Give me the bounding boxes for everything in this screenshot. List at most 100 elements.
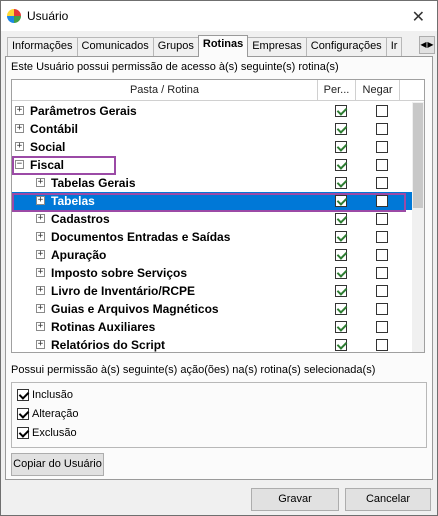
permission-checkbox[interactable] <box>335 321 347 333</box>
permission-checkbox[interactable] <box>335 339 347 351</box>
expand-icon[interactable]: + <box>36 250 45 259</box>
expand-icon[interactable]: + <box>36 178 45 187</box>
tab-grupos[interactable]: Grupos <box>152 37 199 56</box>
routine-row[interactable]: + Apuração <box>12 246 412 264</box>
routine-row[interactable]: + Cadastros <box>12 210 412 228</box>
routine-label[interactable]: Cadastros <box>51 212 110 226</box>
routine-row[interactable]: + Contábil <box>12 120 412 138</box>
grid-rows: + Parâmetros Gerais + Contábil + Social − Fisca… <box>12 102 412 352</box>
copy-user-button[interactable]: Copiar do Usuário <box>11 453 104 476</box>
deny-checkbox[interactable] <box>376 249 388 261</box>
deny-checkbox[interactable] <box>376 123 388 135</box>
routine-row[interactable]: + Relatórios do Script <box>12 336 412 352</box>
permission-checkbox[interactable] <box>335 303 347 315</box>
deny-checkbox[interactable] <box>376 213 388 225</box>
cancel-label: Cancelar <box>365 493 411 505</box>
deny-checkbox[interactable] <box>376 339 388 351</box>
action-checkbox[interactable] <box>17 389 29 401</box>
routine-row[interactable]: + Livro de Inventário/RCPE <box>12 282 412 300</box>
expand-icon[interactable]: + <box>15 106 24 115</box>
deny-checkbox[interactable] <box>376 231 388 243</box>
action-checkbox[interactable] <box>17 408 29 420</box>
tab-configuracoes[interactable]: Configurações <box>305 37 387 56</box>
app-logo-icon <box>7 9 21 23</box>
expand-icon[interactable]: + <box>36 268 45 277</box>
deny-checkbox[interactable] <box>376 105 388 117</box>
routine-row[interactable]: + Tabelas Gerais <box>12 174 412 192</box>
permissions-box: Inclusão Alteração Exclusão <box>11 382 427 448</box>
column-header-negar[interactable]: Negar <box>356 80 400 101</box>
permission-checkbox[interactable] <box>335 231 347 243</box>
action-checkbox-item[interactable]: Inclusão <box>17 386 73 404</box>
permission-checkbox[interactable] <box>335 141 347 153</box>
action-checkbox-item[interactable]: Exclusão <box>17 424 77 442</box>
routine-row[interactable]: + Parâmetros Gerais <box>12 102 412 120</box>
permission-checkbox[interactable] <box>335 213 347 225</box>
action-checkbox-item[interactable]: Alteração <box>17 405 78 423</box>
scrollbar-thumb[interactable] <box>413 103 423 208</box>
deny-checkbox[interactable] <box>376 321 388 333</box>
highlight-tabelas <box>12 193 406 212</box>
routine-row[interactable]: + Rotinas Auxiliares <box>12 318 412 336</box>
tab-rotinas[interactable]: Rotinas <box>197 35 249 57</box>
routine-row[interactable]: + Documentos Entradas e Saídas <box>12 228 412 246</box>
deny-checkbox[interactable] <box>376 177 388 189</box>
close-icon[interactable]: ✕ <box>412 7 425 27</box>
expand-icon[interactable]: + <box>36 322 45 331</box>
tab-empresas[interactable]: Empresas <box>247 37 307 56</box>
routine-row[interactable]: + Guias e Arquivos Magnéticos <box>12 300 412 318</box>
intro-text: Este Usuário possui permissão de acesso … <box>11 61 339 73</box>
routine-label[interactable]: Parâmetros Gerais <box>30 104 137 118</box>
expand-icon[interactable]: + <box>36 232 45 241</box>
column-header-per[interactable]: Per... <box>318 80 356 101</box>
routine-label[interactable]: Imposto sobre Serviços <box>51 266 187 280</box>
routine-label[interactable]: Contábil <box>30 122 78 136</box>
window-title: Usuário <box>27 9 69 23</box>
permission-checkbox[interactable] <box>335 249 347 261</box>
routine-label[interactable]: Rotinas Auxiliares <box>51 320 155 334</box>
permission-checkbox[interactable] <box>335 177 347 189</box>
tab-ir[interactable]: Ir <box>385 37 403 56</box>
routine-label[interactable]: Social <box>30 140 65 154</box>
expand-icon[interactable]: + <box>36 214 45 223</box>
expand-icon[interactable]: + <box>36 304 45 313</box>
tab-scroll-left-icon[interactable]: ◀ <box>420 37 427 53</box>
permissions-label: Possui permissão à(s) seguinte(s) ação(õ… <box>11 364 376 376</box>
routine-label[interactable]: Apuração <box>51 248 106 262</box>
routine-label[interactable]: Guias e Arquivos Magnéticos <box>51 302 219 316</box>
routine-label[interactable]: Tabelas Gerais <box>51 176 136 190</box>
title-bar: Usuário ✕ <box>1 1 437 31</box>
tab-scroll-right-icon[interactable]: ▶ <box>427 37 434 53</box>
routine-label[interactable]: Livro de Inventário/RCPE <box>51 284 195 298</box>
permission-checkbox[interactable] <box>335 285 347 297</box>
routine-row[interactable]: + Imposto sobre Serviços <box>12 264 412 282</box>
deny-checkbox[interactable] <box>376 141 388 153</box>
permission-checkbox[interactable] <box>335 123 347 135</box>
grid-header: Pasta / Rotina Per... Negar <box>12 80 424 101</box>
action-label: Exclusão <box>32 427 77 439</box>
permission-checkbox[interactable] <box>335 105 347 117</box>
expand-icon[interactable]: + <box>15 124 24 133</box>
deny-checkbox[interactable] <box>376 303 388 315</box>
vertical-scrollbar[interactable] <box>412 102 424 352</box>
routines-grid[interactable]: Pasta / Rotina Per... Negar + Parâmetros … <box>11 79 425 353</box>
expand-icon[interactable]: + <box>36 286 45 295</box>
tab-comunicados[interactable]: Comunicados <box>76 37 154 56</box>
routine-label[interactable]: Relatórios do Script <box>51 338 165 352</box>
cancel-button[interactable]: Cancelar <box>345 488 431 511</box>
routine-row[interactable]: + Social <box>12 138 412 156</box>
tab-page-rotinas: Este Usuário possui permissão de acesso … <box>5 56 433 480</box>
expand-icon[interactable]: + <box>15 142 24 151</box>
permission-checkbox[interactable] <box>335 267 347 279</box>
expand-icon[interactable]: + <box>36 340 45 349</box>
permission-checkbox[interactable] <box>335 159 347 171</box>
tab-informacoes[interactable]: Informações <box>7 37 78 56</box>
deny-checkbox[interactable] <box>376 267 388 279</box>
save-button[interactable]: Gravar <box>251 488 339 511</box>
tab-scroll-buttons[interactable]: ◀ ▶ <box>419 36 435 54</box>
action-checkbox[interactable] <box>17 427 29 439</box>
deny-checkbox[interactable] <box>376 285 388 297</box>
column-header-pasta[interactable]: Pasta / Rotina <box>12 80 318 101</box>
routine-label[interactable]: Documentos Entradas e Saídas <box>51 230 230 244</box>
deny-checkbox[interactable] <box>376 159 388 171</box>
